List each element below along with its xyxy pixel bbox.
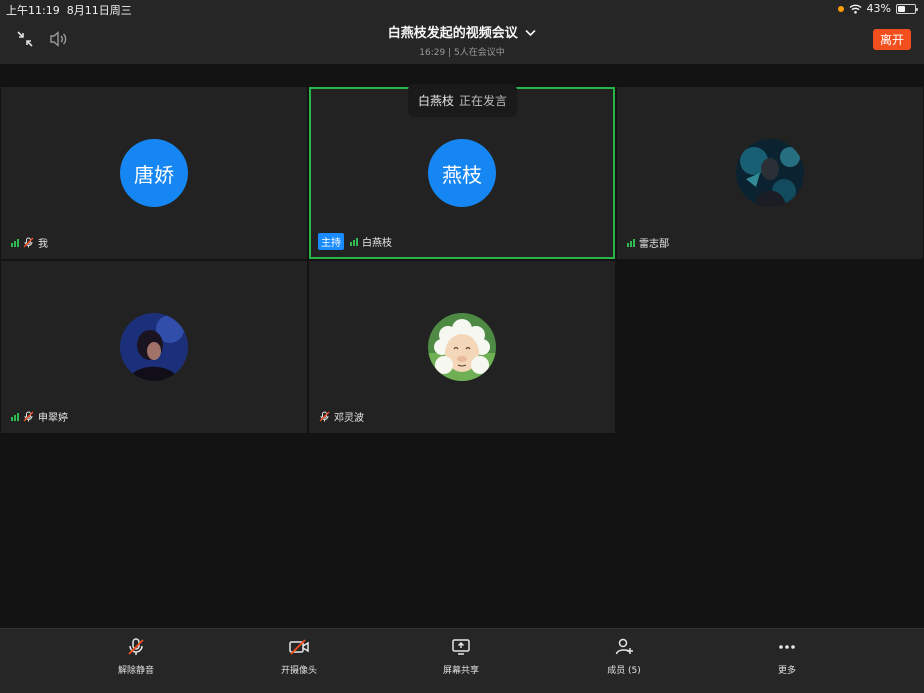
signal-icon <box>11 412 19 421</box>
participant-name: 白燕枝 <box>362 238 392 249</box>
mic-muted-icon <box>128 638 144 655</box>
participant-tile-deng-lingbo[interactable]: 邓灵波 <box>309 261 615 433</box>
signal-icon <box>350 237 358 246</box>
more-icon <box>779 645 795 649</box>
participant-footer: 邓灵波 <box>319 409 364 424</box>
screen-share-icon <box>452 639 470 655</box>
participant-footer: 申翠婷 <box>11 409 68 424</box>
participant-name: 邓灵波 <box>334 413 364 424</box>
recording-dot-icon <box>837 5 844 12</box>
screen-share-button[interactable]: 屏幕共享 <box>421 637 501 676</box>
avatar: 唐娇 <box>120 139 188 207</box>
host-badge: 主持 <box>318 233 344 250</box>
camera-on-button[interactable]: 开摄像头 <box>259 637 339 676</box>
participant-tile-shen-cuiting[interactable]: 申翠婷 <box>1 261 307 433</box>
camera-label: 开摄像头 <box>280 666 317 676</box>
signal-icon <box>627 238 635 247</box>
leave-button[interactable]: 离开 <box>873 29 911 50</box>
unmute-label: 解除静音 <box>117 666 154 676</box>
mic-muted-icon <box>23 411 34 422</box>
avatar: 燕枝 <box>428 139 496 207</box>
status-bar: 上午11:19 8月11日周三 43% <box>0 0 924 17</box>
more-button[interactable]: 更多 <box>747 637 827 676</box>
speaker-status: 正在发言 <box>459 94 508 108</box>
avatar-photo <box>120 313 188 381</box>
status-indicators: 43% <box>837 2 918 15</box>
participant-tile-me[interactable]: 唐娇 我 <box>1 87 307 259</box>
members-button[interactable]: 成员 (5) <box>584 637 664 676</box>
members-add-icon <box>615 638 633 655</box>
active-speaker-toast: 白燕枝 正在发言 <box>408 84 517 117</box>
mic-muted-icon <box>23 237 34 248</box>
meeting-header: 白燕枝发起的视频会议 16:29 | 5人在会议中 离开 <box>0 17 924 64</box>
status-time: 上午11:19 8月11日周三 <box>6 4 132 17</box>
participant-name: 申翠婷 <box>38 413 68 424</box>
battery-percent: 43% <box>866 2 891 15</box>
participant-name: 雷志郚 <box>639 239 669 250</box>
avatar-cartoon-sheep <box>428 313 496 381</box>
members-label: 成员 (5) <box>607 666 641 676</box>
camera-off-icon <box>289 639 309 655</box>
participant-footer: 主持 白燕枝 <box>318 233 392 250</box>
participant-tile-lei-zhiju[interactable]: 雷志郚 <box>617 87 923 259</box>
meeting-title-area[interactable]: 白燕枝发起的视频会议 16:29 | 5人在会议中 <box>0 22 924 58</box>
wifi-icon <box>849 4 862 14</box>
mic-muted-icon <box>319 411 330 422</box>
screen-share-label: 屏幕共享 <box>442 666 479 676</box>
chevron-down-icon[interactable] <box>525 29 536 37</box>
more-label: 更多 <box>777 666 796 676</box>
meeting-toolbar: 解除静音 开摄像头 屏幕共享 成员 (5) 更多 <box>0 628 924 693</box>
meeting-subtitle: 16:29 | 5人在会议中 <box>419 48 505 58</box>
meeting-title[interactable]: 白燕枝发起的视频会议 <box>0 22 924 41</box>
avatar-photo <box>736 139 804 207</box>
unmute-button[interactable]: 解除静音 <box>96 637 176 676</box>
participant-footer: 雷志郚 <box>627 235 669 250</box>
participant-footer: 我 <box>11 235 48 250</box>
battery-icon <box>896 3 918 14</box>
signal-icon <box>11 238 19 247</box>
speaker-name: 白燕枝 <box>417 94 454 108</box>
participant-name: 我 <box>38 239 48 250</box>
